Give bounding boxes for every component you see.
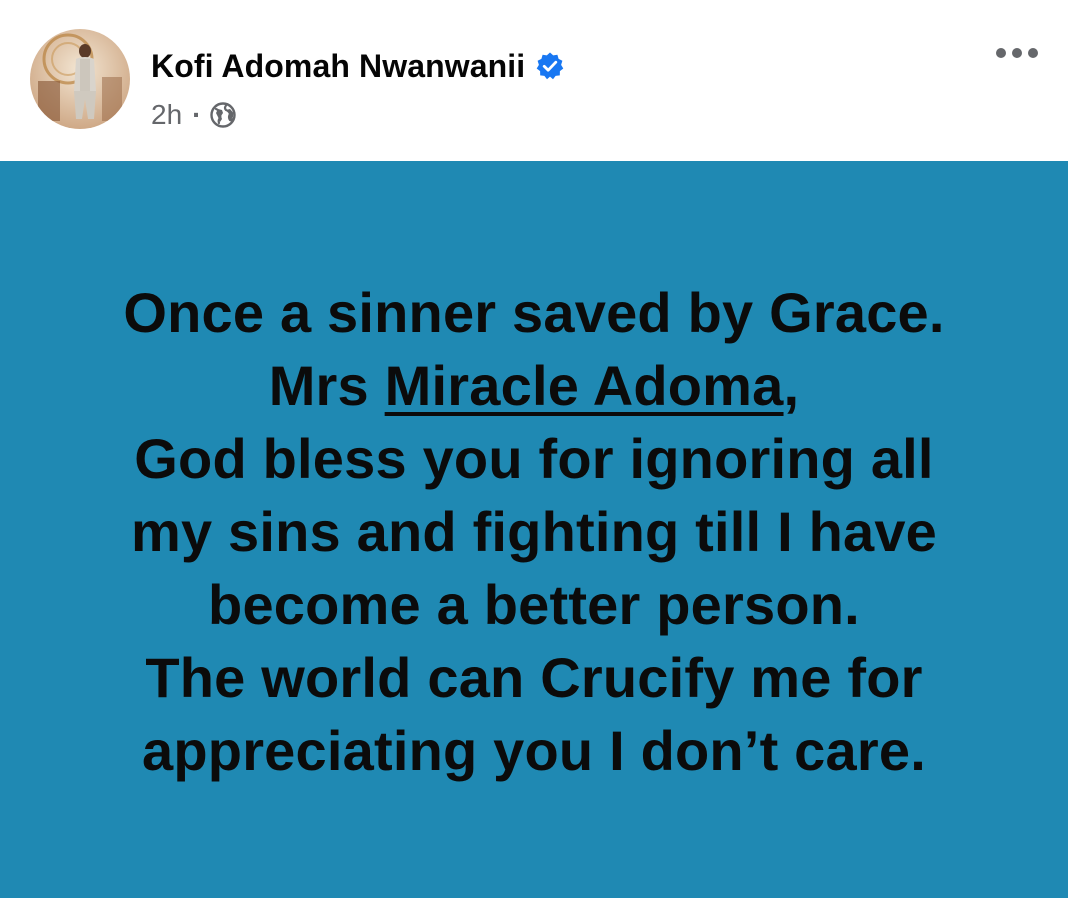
author-name-row: Kofi Adomah Nwanwanii: [151, 44, 565, 88]
mention-link[interactable]: Miracle Adoma: [385, 354, 784, 417]
post-text-line: appreciating you I don’t care.: [142, 719, 926, 782]
author-avatar[interactable]: [30, 29, 130, 129]
more-options-icon: [996, 48, 1038, 58]
more-options-button[interactable]: [992, 36, 1042, 70]
meta-separator: ·: [192, 99, 202, 130]
post-text-line-mention: Mrs Miracle Adoma,: [0, 349, 1068, 422]
author-name[interactable]: Kofi Adomah Nwanwanii: [151, 48, 525, 85]
post-text-line: God bless you for ignoring all: [134, 427, 934, 490]
post-header: Kofi Adomah Nwanwanii 2h ·: [0, 0, 1068, 160]
post-meta: 2h ·: [151, 97, 237, 133]
globe-icon[interactable]: [209, 101, 237, 129]
post-text: Once a sinner saved by Grace. Mrs Miracl…: [0, 276, 1068, 787]
post-text-line: become a better person.: [208, 573, 860, 636]
post-content-background: Once a sinner saved by Grace. Mrs Miracl…: [0, 161, 1068, 898]
mention-suffix: ,: [783, 354, 800, 417]
post-bottom-edge: [0, 898, 1068, 904]
facebook-post: Kofi Adomah Nwanwanii 2h · Once a sinner…: [0, 0, 1068, 904]
post-timestamp[interactable]: 2h: [151, 99, 182, 131]
verified-badge-icon: [535, 51, 565, 81]
post-text-line: The world can Crucify me for: [145, 646, 923, 709]
mention-prefix: Mrs: [268, 354, 385, 417]
post-text-line: my sins and fighting till I have: [130, 500, 938, 563]
avatar-photo: [30, 29, 130, 129]
post-text-line: Once a sinner saved by Grace.: [123, 281, 945, 344]
